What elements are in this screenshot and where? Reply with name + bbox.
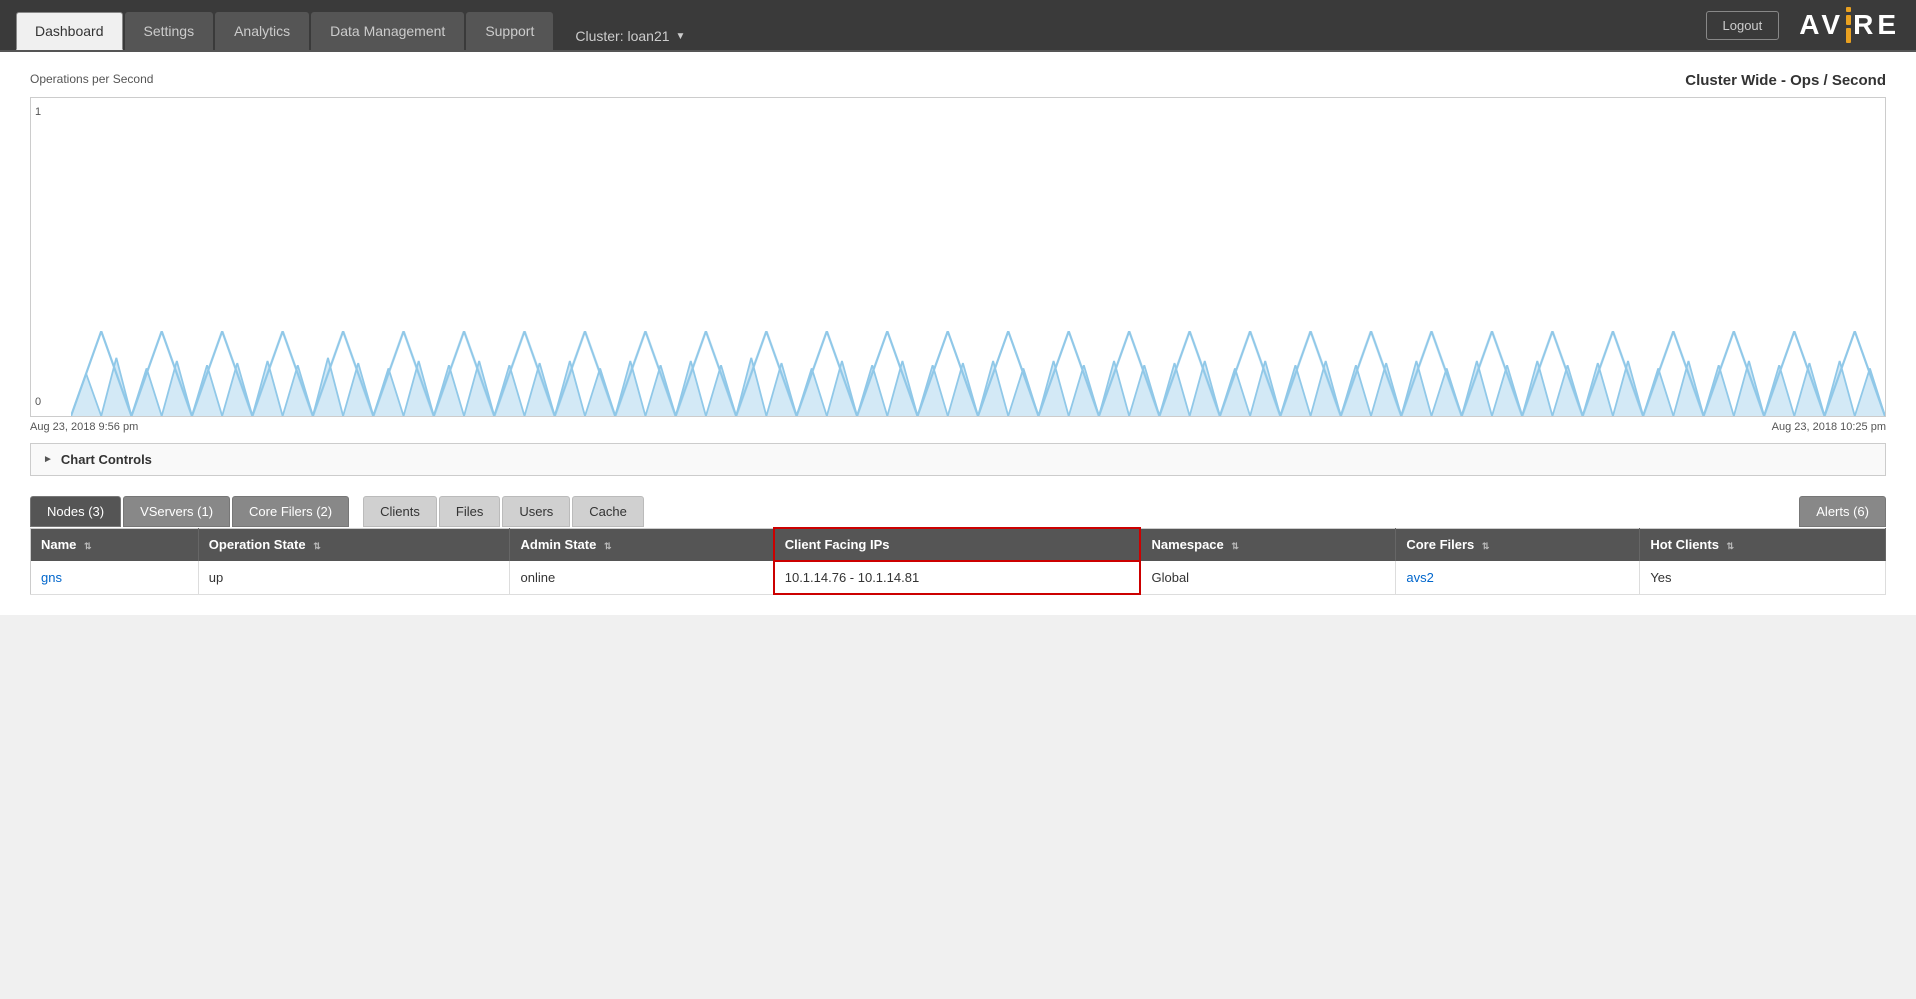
y-min: 0 <box>35 396 67 408</box>
sort-icon: ⇅ <box>1231 541 1239 551</box>
cell-namespace: Global <box>1140 561 1395 594</box>
chart-timestamps: Aug 23, 2018 9:56 pm Aug 23, 2018 10:25 … <box>30 421 1886 433</box>
cluster-arrow-icon: ▼ <box>676 31 686 42</box>
data-tabs-row: Nodes (3)VServers (1)Core Filers (2) Clie… <box>30 496 1886 527</box>
col-name[interactable]: Name ⇅ <box>31 528 199 561</box>
data-tab-files[interactable]: Files <box>439 496 500 527</box>
sort-icon: ⇅ <box>604 541 612 551</box>
sort-icon: ⇅ <box>1482 541 1490 551</box>
chart-area <box>71 98 1885 416</box>
chart-section: Operations per Second Cluster Wide - Ops… <box>30 72 1886 433</box>
col-core-filers[interactable]: Core Filers ⇅ <box>1396 528 1640 561</box>
cell-admin-state: online <box>510 561 774 594</box>
chart-controls-triangle: ► <box>43 454 53 465</box>
logo-text-re: RE <box>1853 9 1900 41</box>
cell-client-facing-ips: 10.1.14.76 - 10.1.14.81 <box>774 561 1141 594</box>
nav-tab-settings[interactable]: Settings <box>125 12 214 50</box>
cluster-label: Cluster: loan21 <box>575 28 669 44</box>
cell-core-filers[interactable]: avs2 <box>1396 561 1640 594</box>
chart-y-axis: 1 0 <box>31 98 71 416</box>
vservers-table: Name ⇅Operation State ⇅Admin State ⇅Clie… <box>30 527 1886 595</box>
data-tab-nodes--3-[interactable]: Nodes (3) <box>30 496 121 527</box>
table-row: gns uponline10.1.14.76 - 10.1.14.81Global… <box>31 561 1886 594</box>
nav-tab-analytics[interactable]: Analytics <box>215 12 309 50</box>
sort-icon: ⇅ <box>1727 541 1735 551</box>
y-max: 1 <box>35 106 67 118</box>
chart-controls-label: Chart Controls <box>61 452 152 467</box>
chart-container: 1 0 <box>30 97 1886 417</box>
col-hot-clients[interactable]: Hot Clients ⇅ <box>1640 528 1886 561</box>
data-tab-cache[interactable]: Cache <box>572 496 644 527</box>
sort-icon: ⇅ <box>313 541 321 551</box>
avere-logo: AV RE <box>1799 7 1900 43</box>
nav-tab-dashboard[interactable]: Dashboard <box>16 12 123 50</box>
nav-tab-data-management[interactable]: Data Management <box>311 12 464 50</box>
chart-title: Cluster Wide - Ops / Second <box>1685 72 1886 89</box>
chart-label: Operations per Second <box>30 72 153 86</box>
link-avs2[interactable]: avs2 <box>1406 570 1433 585</box>
logo-bars-icon <box>1846 7 1851 43</box>
main-content: Operations per Second Cluster Wide - Ops… <box>0 52 1916 615</box>
data-tab-core-filers--2-[interactable]: Core Filers (2) <box>232 496 349 527</box>
timestamp-start: Aug 23, 2018 9:56 pm <box>30 421 138 433</box>
sort-icon: ⇅ <box>84 541 92 551</box>
logout-button[interactable]: Logout <box>1706 11 1780 40</box>
timestamp-end: Aug 23, 2018 10:25 pm <box>1772 421 1886 433</box>
header: DashboardSettingsAnalyticsData Managemen… <box>0 0 1916 52</box>
cell-name[interactable]: gns <box>31 561 199 594</box>
col-namespace[interactable]: Namespace ⇅ <box>1140 528 1395 561</box>
header-right: Logout AV RE <box>1706 7 1901 43</box>
cell-hot-clients: Yes <box>1640 561 1886 594</box>
chart-svg <box>71 98 1885 416</box>
col-operation-state[interactable]: Operation State ⇅ <box>198 528 510 561</box>
data-tab-users[interactable]: Users <box>502 496 570 527</box>
data-tab-alerts--6-[interactable]: Alerts (6) <box>1799 496 1886 527</box>
col-admin-state[interactable]: Admin State ⇅ <box>510 528 774 561</box>
link-gns[interactable]: gns <box>41 570 62 585</box>
data-tab-clients[interactable]: Clients <box>363 496 437 527</box>
cell-operation-state: up <box>198 561 510 594</box>
chart-controls-bar[interactable]: ► Chart Controls <box>30 443 1886 476</box>
data-tab-vservers--1-[interactable]: VServers (1) <box>123 496 230 527</box>
col-client-facing-ips: Client Facing IPs <box>774 528 1141 561</box>
nav-tabs: DashboardSettingsAnalyticsData Managemen… <box>16 0 697 50</box>
logo-text-av: AV <box>1799 9 1844 41</box>
cluster-selector[interactable]: Cluster: loan21 ▼ <box>563 22 697 50</box>
nav-tab-support[interactable]: Support <box>466 12 553 50</box>
